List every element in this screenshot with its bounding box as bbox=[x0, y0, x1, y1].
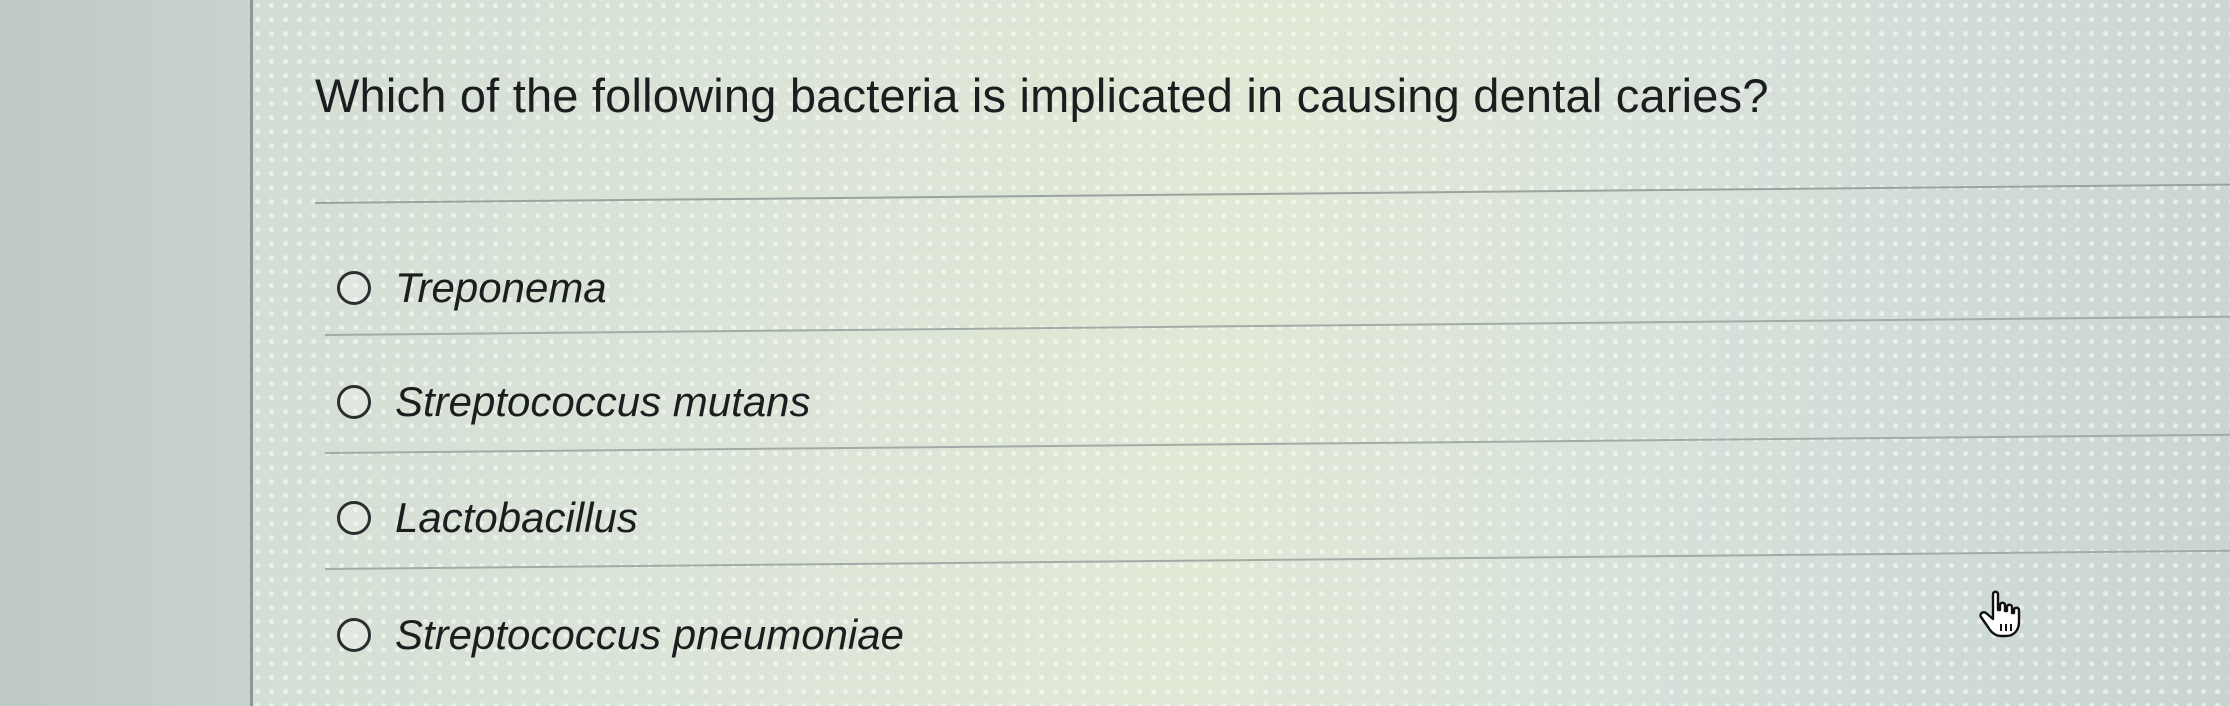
radio-button-icon[interactable] bbox=[337, 271, 371, 305]
left-margin bbox=[0, 0, 250, 706]
option-divider bbox=[324, 433, 2230, 454]
option-label[interactable]: Lactobacillus bbox=[395, 494, 638, 542]
option-divider bbox=[324, 315, 2230, 336]
hand-pointer-icon bbox=[1979, 590, 2021, 638]
radio-button-icon[interactable] bbox=[337, 501, 371, 535]
option-label[interactable]: Streptococcus mutans bbox=[395, 378, 811, 426]
answer-options: Treponema Streptococcus mutans Lactobaci… bbox=[253, 0, 2230, 706]
question-panel: Which of the following bacteria is impli… bbox=[253, 0, 2230, 706]
option-streptococcus-pneumoniae[interactable]: Streptococcus pneumoniae bbox=[337, 605, 904, 665]
option-lactobacillus[interactable]: Lactobacillus bbox=[337, 488, 638, 548]
option-label[interactable]: Treponema bbox=[395, 264, 607, 312]
option-label[interactable]: Streptococcus pneumoniae bbox=[395, 611, 904, 659]
radio-button-icon[interactable] bbox=[337, 618, 371, 652]
radio-button-icon[interactable] bbox=[337, 385, 371, 419]
option-divider bbox=[324, 549, 2230, 570]
option-streptococcus-mutans[interactable]: Streptococcus mutans bbox=[337, 372, 811, 432]
option-treponema[interactable]: Treponema bbox=[337, 258, 607, 318]
